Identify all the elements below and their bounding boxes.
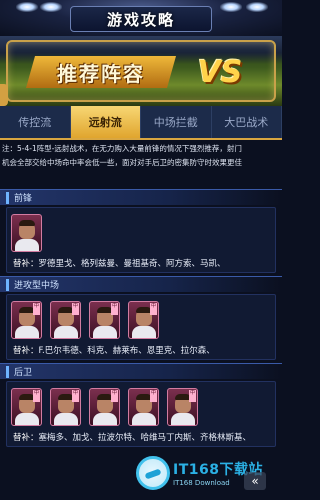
player-card-row (11, 214, 42, 252)
page-title: 游戏攻略 (106, 10, 175, 29)
position-badge: 中 (72, 303, 79, 315)
watermark-logo-icon (136, 456, 170, 490)
section-marker (6, 191, 9, 204)
strategy-description: 注：5-4-1阵型-远射战术，在无力购入大量前锋的情况下强烈推荐，射门 机会全部… (2, 142, 282, 186)
tab-possession[interactable]: 传控流 (0, 106, 71, 138)
section-title: 进攻型中场 (14, 281, 60, 291)
strategy-tabs: 传控流 远射流 中场拦截 大巴战术 (0, 106, 282, 140)
player-shirt (15, 413, 39, 425)
player-card-row: 中 中 中 中 (11, 301, 159, 339)
player-card[interactable]: 中 (50, 388, 81, 426)
position-badge: 中 (111, 303, 118, 315)
position-badge: 中 (150, 303, 157, 315)
substitutes-label: 替补： (13, 346, 39, 356)
section-marker (6, 278, 9, 291)
tab-long-shot[interactable]: 远射流 (70, 106, 141, 138)
substitutes-list: F.巴尔韦德、科克、赫莱布、恩里克、拉尔森、 (38, 346, 215, 356)
substitutes-label: 替补： (13, 259, 39, 269)
back-button[interactable]: « (244, 472, 266, 490)
position-badge: 中 (33, 303, 40, 315)
player-card[interactable]: 中 (128, 388, 159, 426)
section-title: 前锋 (14, 194, 33, 204)
top-header: 游戏攻略 (0, 0, 282, 36)
description-line: 注：5-4-1阵型-远射战术，在无力购入大量前锋的情况下强烈推荐，射门 (2, 144, 242, 153)
section-header-attacking-midfield: 进攻型中场 (0, 276, 282, 292)
section-header-forwards: 前锋 (0, 189, 282, 205)
player-hair (19, 220, 35, 226)
player-card[interactable]: 中 (50, 301, 81, 339)
player-card[interactable]: 中 (128, 301, 159, 339)
section-marker (6, 365, 9, 378)
player-shirt (93, 413, 117, 425)
banner-ribbon: 推荐阵容 (26, 56, 176, 88)
stadium-light-icon (246, 2, 268, 12)
banner-headline: 推荐阵容 (57, 61, 145, 86)
stadium-light-icon (16, 2, 38, 12)
player-card-row: 中 中 中 中 中 (11, 388, 198, 426)
section-header-defenders: 后卫 (0, 363, 282, 379)
position-badge: 中 (111, 390, 118, 402)
section-body-defenders: 中 中 中 中 中 替补：塞梅多、加戈、拉波尔特、哈维马丁内斯、齐格林斯基、 (6, 381, 276, 447)
player-shirt (93, 326, 117, 338)
side-drawer-handle[interactable] (0, 84, 8, 106)
player-shirt (15, 239, 39, 251)
position-badge: 中 (33, 390, 40, 402)
position-badge: 中 (72, 390, 79, 402)
stadium-light-icon (40, 2, 62, 12)
substitutes-line: 替补：罗德里戈、格列兹曼、曼祖基奇、阿方索、马凯、 (13, 257, 226, 269)
substitutes-list: 塞梅多、加戈、拉波尔特、哈维马丁内斯、齐格林斯基、 (38, 433, 252, 443)
stadium-light-icon (220, 2, 242, 12)
vs-logo: VS (188, 52, 252, 92)
tab-midfield-intercept[interactable]: 中场拦截 (141, 106, 212, 138)
section-body-attacking-midfield: 中 中 中 中 替补：F.巴尔韦德、科克、赫莱布、恩里克、拉尔森、 (6, 294, 276, 360)
description-line: 机会全部交给中场命中率会低一些，面对对手后卫的密集防守时效果更佳 (2, 158, 242, 167)
player-shirt (54, 326, 78, 338)
section-title: 后卫 (14, 368, 33, 378)
player-shirt (54, 413, 78, 425)
position-badge: 中 (150, 390, 157, 402)
player-card[interactable]: 中 (11, 388, 42, 426)
substitutes-list: 罗德里戈、格列兹曼、曼祖基奇、阿方索、马凯、 (38, 259, 226, 269)
tab-park-the-bus[interactable]: 大巴战术 (212, 106, 282, 138)
recommended-lineup-banner: 推荐阵容 VS (0, 36, 282, 106)
substitutes-line: 替补：F.巴尔韦德、科克、赫莱布、恩里克、拉尔森、 (13, 344, 215, 356)
player-card[interactable]: 中 (89, 301, 120, 339)
player-shirt (132, 326, 156, 338)
player-shirt (15, 326, 39, 338)
double-chevron-left-icon: « (251, 474, 259, 488)
player-shirt (132, 413, 156, 425)
substitutes-label: 替补： (13, 433, 39, 443)
player-shirt (171, 413, 195, 425)
player-card[interactable]: 中 (167, 388, 198, 426)
position-badge: 中 (189, 390, 196, 402)
vs-text: VS (197, 54, 243, 90)
section-body-forwards: 替补：罗德里戈、格列兹曼、曼祖基奇、阿方索、马凯、 (6, 207, 276, 273)
substitutes-line: 替补：塞梅多、加戈、拉波尔特、哈维马丁内斯、齐格林斯基、 (13, 431, 251, 443)
player-card[interactable]: 中 (11, 301, 42, 339)
player-card[interactable]: 中 (89, 388, 120, 426)
player-card[interactable] (11, 214, 42, 252)
page-title-plate: 游戏攻略 (70, 6, 212, 32)
